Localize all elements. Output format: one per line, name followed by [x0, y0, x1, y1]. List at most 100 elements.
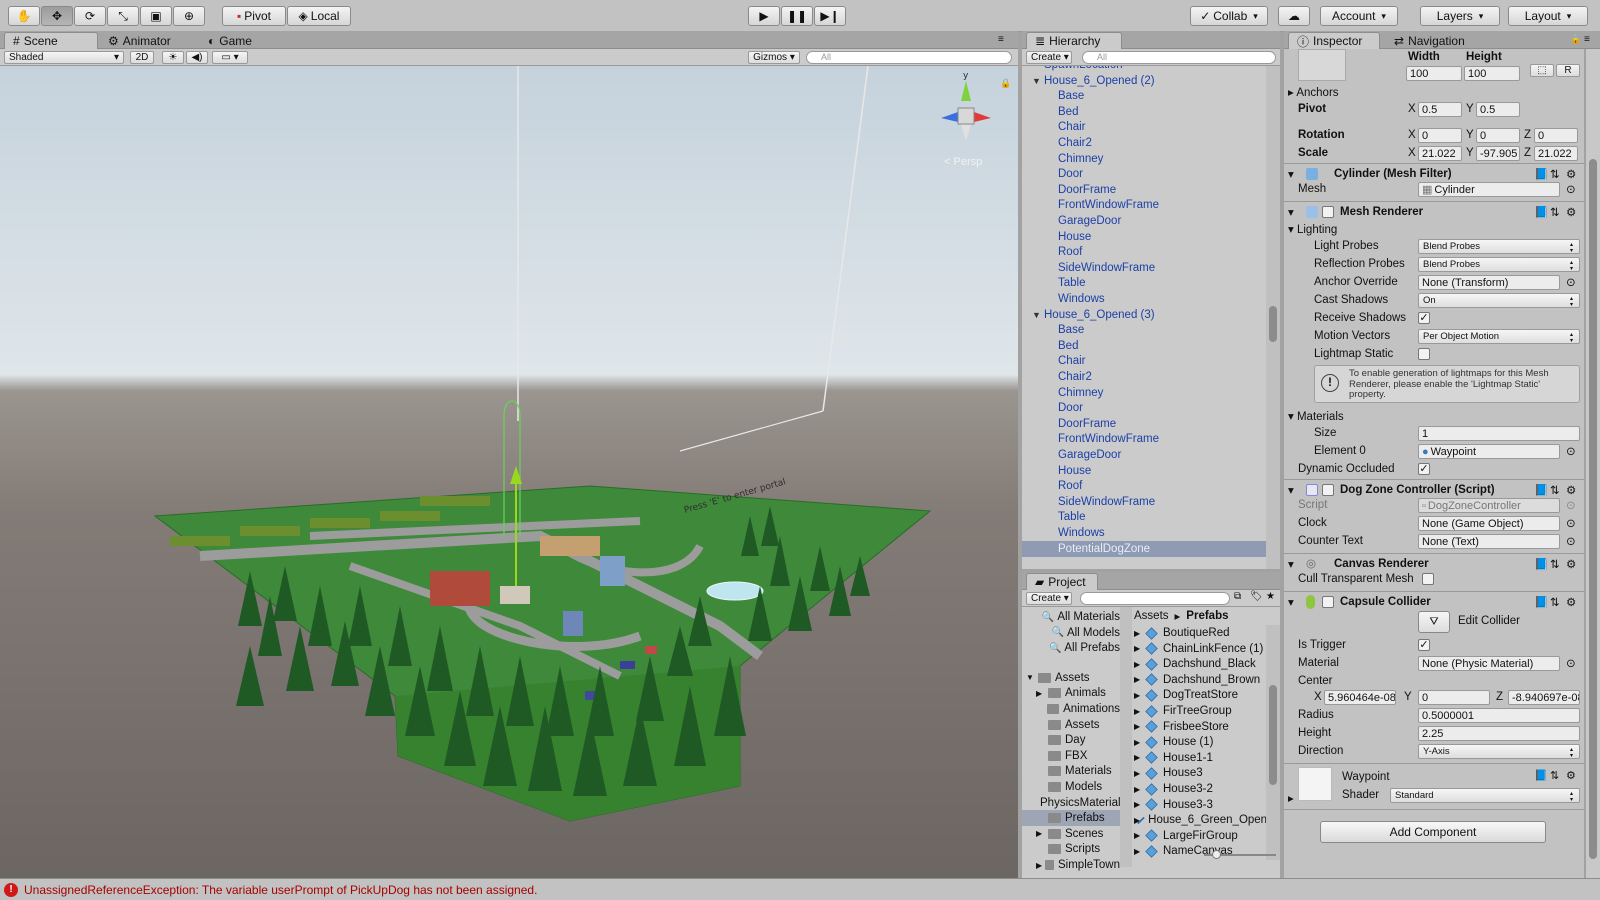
object-picker-icon[interactable]: ⊙: [1566, 444, 1576, 458]
icon-size-slider-thumb[interactable]: [1212, 850, 1221, 859]
filter-type-icon[interactable]: ⧉: [1234, 591, 1241, 602]
foldout-arrow-icon[interactable]: ▾: [1288, 483, 1294, 497]
hierarchy-item[interactable]: DoorFrame: [1022, 416, 1266, 432]
prefab-asset[interactable]: ▶ Dachshund_Brown: [1134, 672, 1266, 688]
preset-icon[interactable]: ⇅: [1550, 557, 1560, 571]
hierarchy-item[interactable]: Chair: [1022, 119, 1266, 135]
filter-label-icon[interactable]: 🏷: [1250, 591, 1263, 602]
gizmos-dropdown[interactable]: Gizmos ▾: [748, 51, 800, 64]
lighting-foldout[interactable]: ▾ Lighting: [1288, 222, 1337, 236]
foldout-arrow-icon[interactable]: ▶: [1134, 800, 1146, 809]
prefab-asset[interactable]: ▶ BoutiqueRed: [1134, 625, 1266, 641]
prefab-asset[interactable]: ▶ House3-2: [1134, 781, 1266, 797]
project-folder[interactable]: FBX: [1022, 748, 1120, 764]
add-component-button[interactable]: Add Component: [1320, 821, 1546, 843]
radius-field[interactable]: 0.5000001: [1418, 708, 1580, 723]
prefab-asset[interactable]: ▶ DogTreatStore: [1134, 687, 1266, 703]
direction-dropdown[interactable]: Y-Axis: [1418, 744, 1580, 759]
width-field[interactable]: 100: [1406, 66, 1462, 81]
project-folder[interactable]: Prefabs: [1022, 810, 1120, 827]
project-folder[interactable]: Models: [1022, 779, 1120, 795]
foldout-arrow-icon[interactable]: ▶: [1036, 861, 1045, 870]
scale-y-field[interactable]: -97.905: [1476, 146, 1520, 161]
hierarchy-item[interactable]: ▼ House_6_Opened (3): [1022, 307, 1266, 323]
rotate-tool-icon[interactable]: ⟳: [74, 6, 106, 26]
preset-icon[interactable]: ⇅: [1550, 167, 1560, 181]
dog-zone-enabled-checkbox[interactable]: [1322, 484, 1334, 496]
account-dropdown[interactable]: Account: [1320, 6, 1398, 26]
layers-dropdown[interactable]: Layers: [1420, 6, 1500, 26]
rect-tool-icon[interactable]: ▣: [140, 6, 172, 26]
tab-navigation[interactable]: ⇄ Navigation: [1386, 32, 1473, 49]
transform-tool-icon[interactable]: ⊕: [173, 6, 205, 26]
gear-icon[interactable]: ⚙: [1566, 595, 1576, 609]
hierarchy-item[interactable]: Windows: [1022, 291, 1266, 307]
project-create-dropdown[interactable]: Create ▾: [1026, 592, 1072, 605]
gear-icon[interactable]: ⚙: [1566, 769, 1576, 782]
raw-edit-button[interactable]: R: [1556, 64, 1580, 77]
gear-icon[interactable]: ⚙: [1566, 205, 1576, 219]
project-folder[interactable]: PhysicsMaterials: [1022, 795, 1120, 811]
play-button[interactable]: ▶: [748, 6, 780, 26]
tab-scene[interactable]: # Scene: [4, 32, 98, 49]
asset-scrollbar[interactable]: [1266, 625, 1280, 860]
is-trigger-checkbox[interactable]: ✓: [1418, 639, 1430, 651]
materials-foldout[interactable]: ▾ Materials: [1288, 409, 1344, 423]
counter-text-field[interactable]: None (Text): [1418, 534, 1560, 549]
inspector-lock-icon[interactable]: 🔒: [1570, 34, 1581, 45]
help-icon[interactable]: 📘: [1534, 205, 1548, 219]
object-picker-icon[interactable]: ⊙: [1566, 275, 1576, 289]
object-picker-icon[interactable]: ⊙: [1566, 182, 1576, 196]
hierarchy-item[interactable]: SideWindowFrame: [1022, 494, 1266, 510]
prefab-asset[interactable]: ▶ FrisbeeStore: [1134, 719, 1266, 735]
hierarchy-item[interactable]: GarageDoor: [1022, 447, 1266, 463]
tree-scrollbar[interactable]: [1120, 607, 1132, 867]
hand-tool-icon[interactable]: ✋: [8, 6, 40, 26]
preset-icon[interactable]: ⇅: [1550, 205, 1560, 219]
hierarchy-item[interactable]: Base: [1022, 322, 1266, 338]
tab-hierarchy[interactable]: ≣ Hierarchy: [1026, 32, 1122, 49]
project-search-input[interactable]: [1080, 592, 1230, 605]
breadcrumb-prefabs[interactable]: Prefabs: [1186, 610, 1228, 622]
light-probes-dropdown[interactable]: Blend Probes: [1418, 239, 1580, 254]
pivot-toggle[interactable]: ▪ Pivot: [222, 6, 286, 26]
anchor-override-field[interactable]: None (Transform): [1418, 275, 1560, 290]
preset-icon[interactable]: ⇅: [1550, 483, 1560, 497]
project-folder[interactable]: Animations: [1022, 701, 1120, 717]
prefab-asset[interactable]: ▶ LargeFirGroup: [1134, 828, 1266, 844]
prefab-asset[interactable]: ▶ House3-3: [1134, 797, 1266, 813]
clock-field[interactable]: None (Game Object): [1418, 516, 1560, 531]
lock-icon[interactable]: 🔒: [1000, 78, 1011, 89]
size-field[interactable]: 1: [1418, 426, 1580, 441]
motion-vectors-dropdown[interactable]: Per Object Motion: [1418, 329, 1580, 344]
project-folder[interactable]: 🔍 All Prefabs: [1022, 640, 1120, 656]
capsule-collider-header[interactable]: ▾ Capsule Collider 📘 ⇅ ⚙: [1284, 591, 1584, 611]
gear-icon[interactable]: ⚙: [1566, 167, 1576, 181]
cull-transparent-checkbox[interactable]: [1422, 573, 1434, 585]
prefab-asset[interactable]: ▶House_6_Green_Opened: [1134, 812, 1266, 828]
mesh-renderer-header[interactable]: ▾ Mesh Renderer 📘 ⇅ ⚙: [1284, 201, 1584, 221]
reflection-probes-dropdown[interactable]: Blend Probes: [1418, 257, 1580, 272]
console-status-bar[interactable]: ! UnassignedReferenceException: The vari…: [0, 878, 1600, 900]
prefab-asset[interactable]: ▶ House1-1: [1134, 750, 1266, 766]
dynamic-occluded-checkbox[interactable]: ✓: [1418, 463, 1430, 475]
foldout-arrow-icon[interactable]: ▾: [1288, 205, 1294, 219]
foldout-arrow-icon[interactable]: ▼: [1032, 310, 1044, 320]
preset-icon[interactable]: ⇅: [1550, 595, 1560, 609]
panel-menu-icon[interactable]: ≡: [998, 34, 1004, 45]
favorite-star-icon[interactable]: ★: [1266, 591, 1275, 602]
shader-dropdown[interactable]: Standard: [1390, 788, 1580, 803]
local-toggle[interactable]: ◈ Local: [287, 6, 351, 26]
lightmap-static-checkbox[interactable]: [1418, 348, 1430, 360]
hierarchy-item[interactable]: House: [1022, 229, 1266, 245]
hierarchy-item[interactable]: FrontWindowFrame: [1022, 431, 1266, 447]
project-folder[interactable]: 🔍 All Models: [1022, 625, 1120, 641]
prefab-asset[interactable]: ▶ House (1): [1134, 734, 1266, 750]
inspector-scrollbar[interactable]: [1586, 49, 1600, 878]
project-folder[interactable]: Day: [1022, 732, 1120, 748]
hierarchy-item[interactable]: FrontWindowFrame: [1022, 197, 1266, 213]
hierarchy-item[interactable]: PotentialDogZone: [1022, 540, 1266, 557]
collider-material-field[interactable]: None (Physic Material): [1418, 656, 1560, 671]
foldout-arrow-icon[interactable]: ▾: [1288, 595, 1294, 609]
foldout-arrow-icon[interactable]: ▶: [1134, 675, 1146, 684]
